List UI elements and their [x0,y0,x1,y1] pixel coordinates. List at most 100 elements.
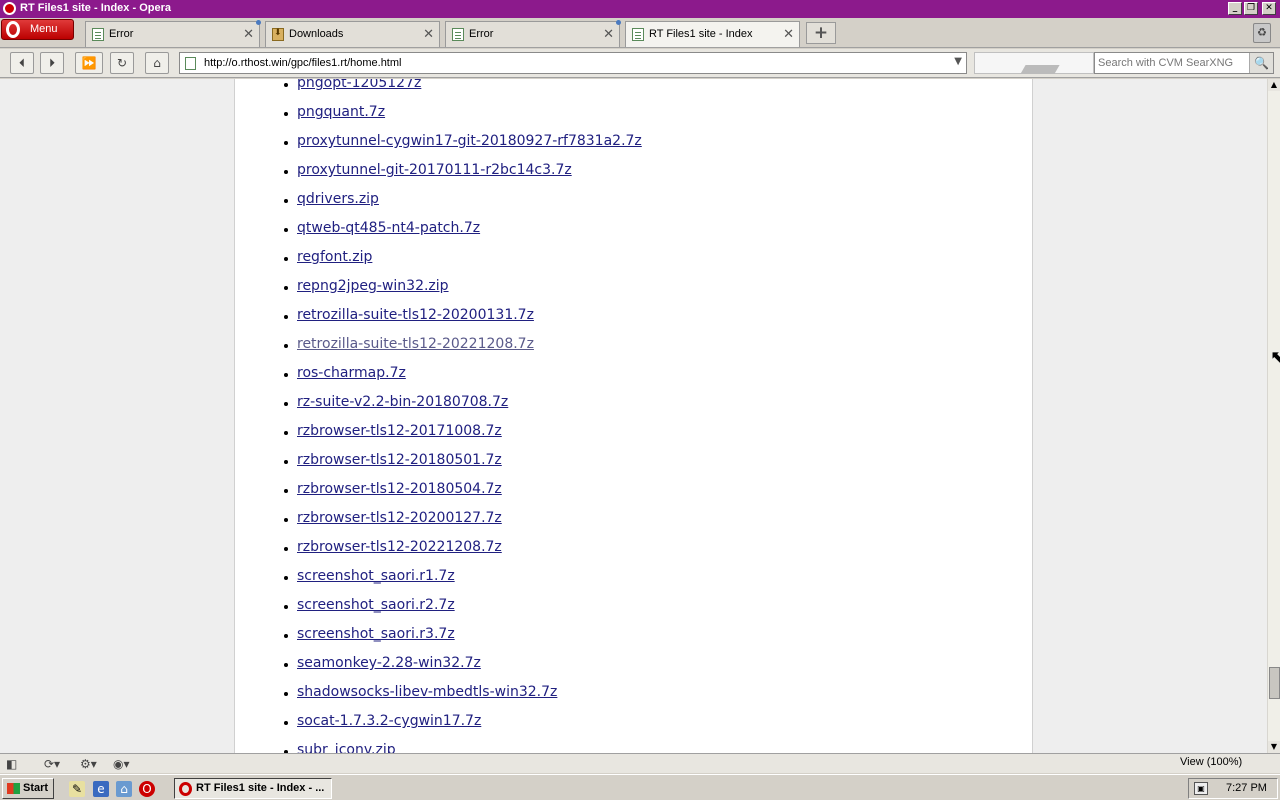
tab-status-dot [256,20,261,25]
maximize-button[interactable]: ❐ [1244,2,1258,15]
file-link[interactable]: shadowsocks-libev-mbedtls-win32.7z [297,684,557,700]
zoom-level[interactable]: View (100%) [1180,756,1242,768]
list-item: qdrivers.zip [284,185,642,214]
file-link[interactable]: subr_jconv.zip [297,742,396,753]
file-link[interactable]: rzbrowser-tls12-20221208.7z [297,539,502,555]
file-link[interactable]: seamonkey-2.28-win32.7z [297,655,481,671]
list-item: pngquant.7z [284,98,642,127]
list-item: screenshot_saori.r1.7z [284,562,642,591]
file-link[interactable]: pngopt-1205127z [297,79,421,91]
file-link[interactable]: rzbrowser-tls12-20180501.7z [297,452,502,468]
taskbar: Start ✎ e ⌂ O RT Files1 site - Index - .… [0,774,1280,800]
list-item: proxytunnel-git-20170111-r2bc14c3.7z [284,156,642,185]
scroll-thumb[interactable] [1269,667,1280,699]
reload-button[interactable]: ↻ [110,52,134,74]
list-item: subr_jconv.zip [284,736,642,753]
list-item: socat-1.7.3.2-cygwin17.7z [284,707,642,736]
list-item: screenshot_saori.r2.7z [284,591,642,620]
file-link[interactable]: repng2jpeg-win32.zip [297,278,449,294]
forward-button[interactable]: ⏵ [40,52,64,74]
start-label: Start [23,782,49,794]
file-link[interactable]: pngquant.7z [297,104,385,120]
home-button[interactable]: ⌂ [145,52,169,74]
file-link[interactable]: ros-charmap.7z [297,365,406,381]
tab-error-1[interactable]: Error ✕ [85,20,261,47]
status-bar: ◧ ⟳▾ ⚙▾ ◉▾ View (100%) [0,753,1280,773]
file-link[interactable]: qtweb-qt485-nt4-patch.7z [297,220,480,236]
back-button[interactable]: ⏴ [10,52,34,74]
new-tab-button[interactable]: + [806,22,836,44]
list-item: rzbrowser-tls12-20180501.7z [284,446,642,475]
speed-dial-thumbnail [1020,65,1060,74]
tab-rt-files1-index[interactable]: RT Files1 site - Index ✕ [625,21,800,47]
search-icon[interactable]: 🔍 [1249,53,1273,73]
panel-toggle-icon[interactable]: ◧ [6,756,17,772]
scroll-up-icon[interactable]: ▲ [1268,79,1280,91]
ie-icon[interactable]: e [93,781,109,797]
file-link[interactable]: regfont.zip [297,249,372,265]
sync-icon[interactable]: ⟳▾ [44,756,60,772]
clock[interactable]: 7:27 PM [1226,782,1267,794]
close-window-button[interactable]: ✕ [1262,2,1276,15]
tab-close-icon[interactable]: ✕ [243,27,254,42]
system-tray: ▣ 7:27 PM [1188,778,1278,799]
file-link[interactable]: retrozilla-suite-tls12-20200131.7z [297,307,534,323]
page-icon [92,28,104,41]
opera-quicklaunch-icon[interactable]: O [139,781,155,797]
file-link[interactable]: screenshot_saori.r2.7z [297,597,455,613]
search-placeholder: Search with CVM SearXNG [1098,57,1234,69]
network-icon[interactable]: ◉▾ [113,756,130,772]
list-item: rz-suite-v2.2-bin-20180708.7z [284,388,642,417]
list-item: regfont.zip [284,243,642,272]
page-icon [185,57,196,70]
tab-title: Downloads [289,28,344,40]
file-link[interactable]: retrozilla-suite-tls12-20221208.7z [297,336,534,352]
page-content: pngopt-1205127z pngquant.7z proxytunnel-cy… [234,79,1033,753]
page-viewport: pngopt-1205127z pngquant.7z proxytunnel-cy… [0,79,1267,753]
tab-title: Error [469,28,494,40]
address-field[interactable]: http://o.rthost.win/gpc/files1.rt/home.h… [179,52,967,74]
list-item: seamonkey-2.28-win32.7z [284,649,642,678]
tab-title: RT Files1 site - Index [649,28,753,40]
fast-forward-button[interactable]: ⏩ [75,52,103,74]
list-item: rzbrowser-tls12-20171008.7z [284,417,642,446]
tab-close-icon[interactable]: ✕ [423,27,434,42]
notepad-icon[interactable]: ✎ [69,781,85,797]
list-item: retrozilla-suite-tls12-20221208.7z [284,330,642,359]
turbo-icon[interactable]: ⚙▾ [80,756,97,772]
minimize-button[interactable]: _ [1228,2,1242,15]
file-link[interactable]: rz-suite-v2.2-bin-20180708.7z [297,394,508,410]
file-link[interactable]: socat-1.7.3.2-cygwin17.7z [297,713,481,729]
file-link[interactable]: screenshot_saori.r3.7z [297,626,455,642]
address-url[interactable]: http://o.rthost.win/gpc/files1.rt/home.h… [204,57,401,69]
tray-app-icon[interactable]: ▣ [1194,782,1208,795]
vertical-scrollbar[interactable]: ▲ ▼ [1267,79,1280,753]
menu-label: Menu [30,23,58,35]
file-link[interactable]: proxytunnel-cygwin17-git-20180927-rf7831… [297,133,642,149]
tab-error-2[interactable]: Error ✕ [445,20,621,47]
tab-close-icon[interactable]: ✕ [783,27,794,42]
file-link[interactable]: rzbrowser-tls12-20200127.7z [297,510,502,526]
file-link[interactable]: screenshot_saori.r1.7z [297,568,455,584]
file-link[interactable]: qdrivers.zip [297,191,379,207]
taskbar-item-opera[interactable]: RT Files1 site - Index - ... [174,778,332,799]
list-item: qtweb-qt485-nt4-patch.7z [284,214,642,243]
file-link[interactable]: rzbrowser-tls12-20171008.7z [297,423,502,439]
tab-status-dot [616,20,621,25]
scroll-down-icon[interactable]: ▼ [1268,741,1280,753]
file-link[interactable]: rzbrowser-tls12-20180504.7z [297,481,502,497]
search-field[interactable]: Search with CVM SearXNG 🔍 [1094,52,1274,74]
downloads-icon [272,28,284,41]
address-dropdown-icon[interactable]: ▼ [954,56,962,67]
list-item: pngopt-1205127z [284,79,642,98]
file-link[interactable]: proxytunnel-git-20170111-r2bc14c3.7z [297,162,572,178]
list-item: rzbrowser-tls12-20180504.7z [284,475,642,504]
tab-downloads[interactable]: Downloads ✕ [265,21,440,47]
trash-icon[interactable]: ♻ [1253,23,1271,43]
page-icon [452,28,464,41]
desktop-icon[interactable]: ⌂ [116,781,132,797]
tab-close-icon[interactable]: ✕ [603,27,614,42]
start-button[interactable]: Start [2,778,54,799]
file-list: pngopt-1205127z pngquant.7z proxytunnel-cy… [284,79,642,753]
opera-menu-button[interactable]: Menu [1,19,74,40]
